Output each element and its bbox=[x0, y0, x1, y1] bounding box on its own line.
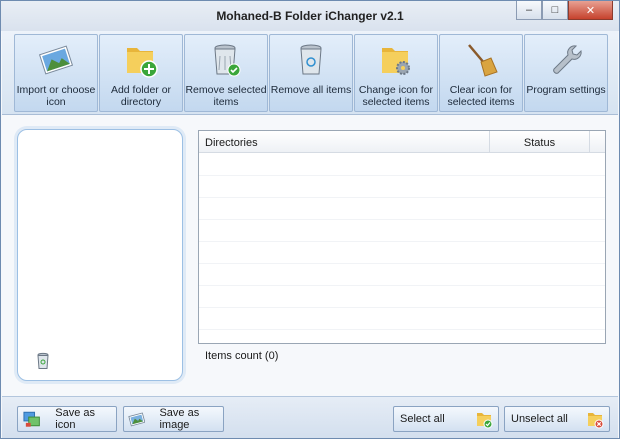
row-divider bbox=[199, 329, 605, 330]
folder-remove-icon bbox=[588, 413, 604, 429]
row-divider bbox=[199, 219, 605, 220]
remove-all-label: Remove all items bbox=[270, 84, 352, 96]
add-folder-button[interactable]: Add folder or directory bbox=[99, 34, 183, 112]
column-header-directories[interactable]: Directories bbox=[205, 137, 258, 149]
minimize-button[interactable]: ‒ bbox=[516, 1, 542, 20]
row-divider bbox=[199, 285, 605, 286]
save-as-image-button[interactable]: Save as image bbox=[123, 406, 224, 432]
save-as-image-label: Save as image bbox=[159, 407, 200, 431]
toolbar: Import or choose icon Add folder or dire… bbox=[2, 31, 618, 115]
row-divider bbox=[199, 197, 605, 198]
folder-check-icon bbox=[477, 413, 493, 429]
add-folder-icon bbox=[127, 48, 158, 78]
icon-preview-panel bbox=[17, 129, 183, 381]
remove-all-button[interactable]: Remove all items bbox=[269, 34, 353, 112]
import-icon-label: Import or choose icon bbox=[16, 84, 96, 108]
save-as-icon-label: Save as icon bbox=[55, 407, 96, 431]
import-icon-button[interactable]: Import or choose icon bbox=[14, 34, 98, 112]
app-window: Mohaned-B Folder iChanger v2.1 ‒ □ ✕ Imp… bbox=[0, 0, 620, 439]
maximize-button[interactable]: □ bbox=[542, 1, 568, 20]
unselect-all-button[interactable]: Unselect all bbox=[504, 406, 610, 432]
close-button[interactable]: ✕ bbox=[568, 1, 613, 20]
change-icon-button[interactable]: Change icon for selected items bbox=[354, 34, 438, 112]
title-bar: Mohaned-B Folder iChanger v2.1 ‒ □ ✕ bbox=[1, 1, 619, 31]
bottom-bar: Save as icon Save as image Select all Un… bbox=[2, 396, 618, 438]
broom-icon bbox=[468, 44, 498, 77]
change-icon-label: Change icon for selected items bbox=[358, 84, 434, 108]
select-all-label: Select all bbox=[400, 413, 445, 425]
items-count: Items count (0) bbox=[205, 350, 279, 362]
remove-selected-button[interactable]: Remove selected items bbox=[184, 34, 268, 112]
column-header-status[interactable]: Status bbox=[489, 131, 589, 153]
directories-list[interactable]: Directories Status bbox=[198, 130, 606, 344]
program-settings-label: Program settings bbox=[526, 84, 606, 96]
save-as-icon-button[interactable]: Save as icon bbox=[17, 406, 117, 432]
recycle-bin-check-icon bbox=[214, 44, 241, 77]
unselect-all-label: Unselect all bbox=[511, 413, 568, 425]
clear-icon-button[interactable]: Clear icon for selected items bbox=[439, 34, 523, 112]
row-divider bbox=[199, 307, 605, 308]
program-settings-button[interactable]: Program settings bbox=[524, 34, 608, 112]
window-controls: ‒ □ ✕ bbox=[516, 1, 613, 20]
picture-icon bbox=[38, 45, 74, 75]
list-header: Directories Status bbox=[199, 131, 605, 153]
add-folder-label: Add folder or directory bbox=[110, 84, 172, 108]
clear-icon-label: Clear icon for selected items bbox=[447, 84, 515, 108]
row-divider bbox=[199, 175, 605, 176]
recycle-bin-icon bbox=[300, 44, 322, 75]
image-icon bbox=[128, 412, 146, 427]
column-header-filler bbox=[589, 131, 605, 153]
folder-gear-icon bbox=[382, 48, 410, 75]
row-divider bbox=[199, 263, 605, 264]
wrench-icon bbox=[553, 45, 582, 74]
save-icon-icon bbox=[23, 411, 40, 427]
select-all-button[interactable]: Select all bbox=[393, 406, 499, 432]
row-divider bbox=[199, 241, 605, 242]
remove-selected-label: Remove selected items bbox=[185, 84, 267, 108]
recycle-bin-icon[interactable] bbox=[36, 352, 50, 370]
